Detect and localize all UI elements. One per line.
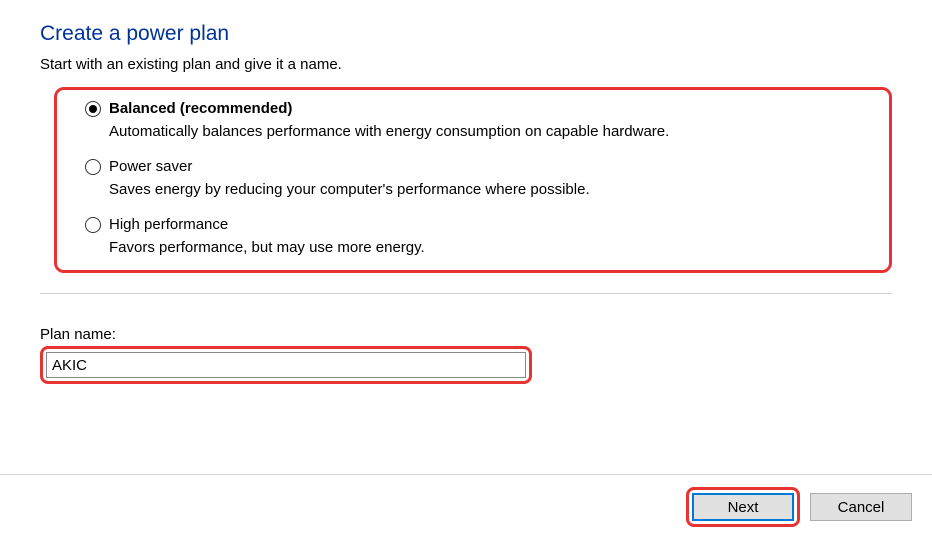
radio-balanced-icon[interactable] xyxy=(85,101,101,117)
plan-name-section: Plan name: xyxy=(40,326,892,384)
subtitle: Start with an existing plan and give it … xyxy=(40,56,892,73)
plan-option-balanced[interactable]: Balanced (recommended) Automatically bal… xyxy=(85,100,871,140)
plans-highlight-box: Balanced (recommended) Automatically bal… xyxy=(54,87,892,273)
plan-desc-power-saver: Saves energy by reducing your computer's… xyxy=(109,181,871,198)
radio-power-saver-icon[interactable] xyxy=(85,159,101,175)
page-title: Create a power plan xyxy=(40,22,892,46)
plan-desc-high-performance: Favors performance, but may use more ene… xyxy=(109,239,871,256)
plan-label-power-saver: Power saver xyxy=(109,158,192,175)
divider xyxy=(40,293,892,294)
plan-name-highlight-box xyxy=(40,346,532,384)
footer: Next Cancel xyxy=(0,474,932,527)
cancel-button[interactable]: Cancel xyxy=(810,493,912,521)
plan-label-balanced: Balanced (recommended) xyxy=(109,100,292,117)
plan-desc-balanced: Automatically balances performance with … xyxy=(109,123,871,140)
plan-option-high-performance[interactable]: High performance Favors performance, but… xyxy=(85,216,871,256)
next-highlight-box: Next xyxy=(686,487,800,527)
plan-label-high-performance: High performance xyxy=(109,216,228,233)
plan-option-power-saver[interactable]: Power saver Saves energy by reducing you… xyxy=(85,158,871,198)
plan-name-label: Plan name: xyxy=(40,326,892,343)
plan-name-input[interactable] xyxy=(46,352,526,378)
next-button[interactable]: Next xyxy=(692,493,794,521)
radio-high-performance-icon[interactable] xyxy=(85,217,101,233)
